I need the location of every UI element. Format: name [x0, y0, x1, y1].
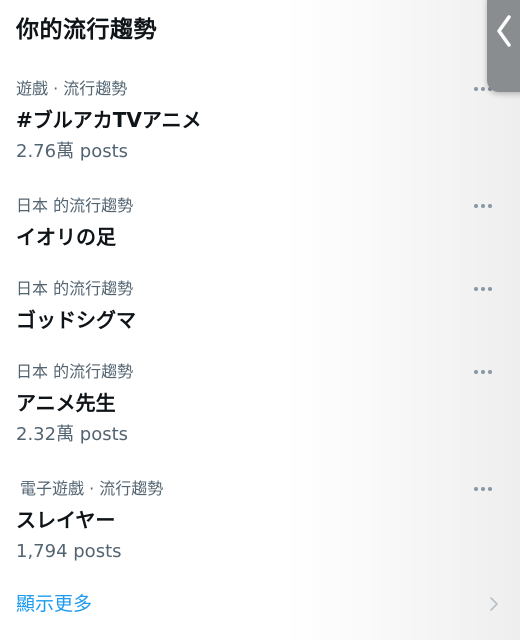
more-options-button[interactable] — [466, 480, 500, 498]
more-horizontal-icon — [474, 487, 478, 491]
trend-context: 遊戲 · 流行趨勢 — [16, 79, 128, 98]
trend-context: 日本 的流行趨勢 — [16, 196, 134, 215]
more-horizontal-icon — [474, 204, 478, 208]
more-options-button[interactable] — [466, 197, 500, 215]
more-options-button[interactable] — [466, 280, 500, 298]
trend-post-count: 2.76萬 posts — [16, 141, 129, 162]
trend-title: イオリの足 — [16, 225, 116, 249]
trend-context: 電子遊戲 · 流行趨勢 — [20, 479, 164, 498]
more-horizontal-icon — [474, 287, 478, 291]
trend-context: 日本 的流行趨勢 — [16, 279, 134, 298]
trend-title: アニメ先生 — [16, 391, 116, 415]
trend-title: スレイヤー — [16, 508, 116, 532]
more-options-button[interactable] — [466, 363, 500, 381]
more-horizontal-icon — [474, 87, 478, 91]
panel-title: 你的流行趨勢 — [16, 17, 157, 43]
trend-post-count: 1,794 posts — [16, 541, 122, 562]
chevron-right-icon[interactable] — [488, 594, 500, 614]
show-more-link[interactable]: 顯示更多 — [16, 590, 92, 618]
more-horizontal-icon — [474, 370, 478, 374]
collapse-side-tab[interactable] — [487, 0, 520, 92]
chevron-left-icon — [497, 15, 511, 47]
trend-title: #ブルアカTVアニメ — [16, 108, 202, 132]
trend-context: 日本 的流行趨勢 — [16, 362, 134, 381]
trend-title: ゴッドシグマ — [16, 308, 136, 332]
trend-post-count: 2.32萬 posts — [16, 424, 129, 445]
